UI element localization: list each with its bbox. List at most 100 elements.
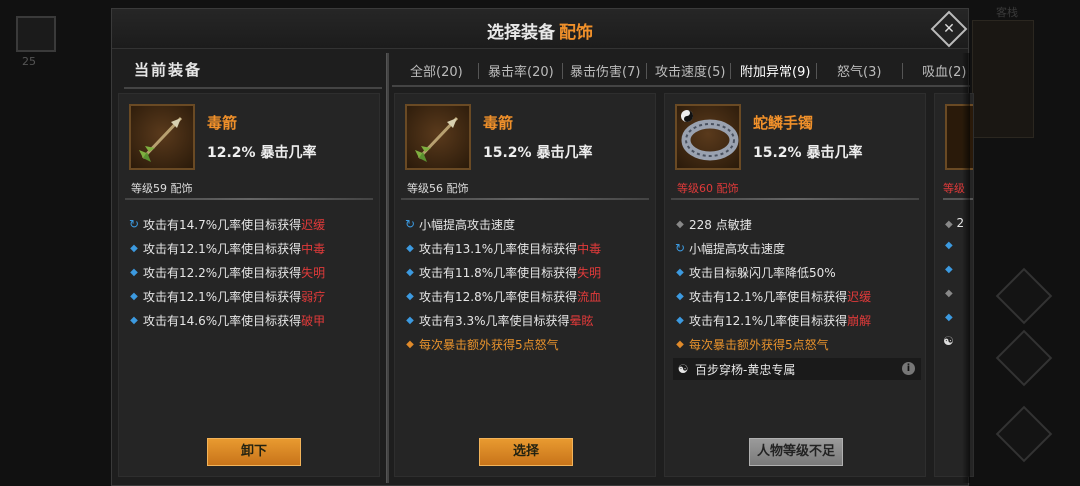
attribute-text: 攻击有14.7%几率使目标获得	[143, 217, 302, 232]
attribute-list: ◆ 228 点敏捷 ↻ 小幅提高攻击速度 ◆ 攻击目标躲闪几率降低50% ◆ 攻击有12…	[673, 212, 921, 380]
modal-title: 选择装备 配饰	[112, 18, 968, 43]
info-icon[interactable]: i	[902, 362, 915, 375]
background-character-icon	[995, 267, 1053, 325]
equipment-card-option[interactable]: 蛇鳞手镯 15.2% 暴击几率 等级60 配饰 ◆ 228 点敏捷 ↻ 小幅提高攻击…	[664, 93, 926, 477]
attribute-row: ◆ 攻击有13.1%几率使目标获得 中毒	[403, 236, 649, 260]
level-insufficient-button: 人物等级不足	[749, 438, 843, 466]
attribute-row: ◆ 攻击有3.3%几率使目标获得 晕眩	[403, 308, 649, 332]
modal-header: 选择装备 配饰 ✕	[112, 9, 968, 49]
equipment-crit-rate: 15.2% 暴击几率	[753, 145, 863, 161]
diamond-icon: ◆	[130, 266, 138, 278]
attribute-text: 攻击有14.6%几率使目标获得	[143, 313, 302, 328]
tab-separator	[478, 63, 479, 79]
attribute-row: ↻ 小幅提高攻击速度	[673, 236, 919, 260]
background-number: 25	[22, 55, 36, 68]
scroll-fade	[962, 53, 970, 483]
status-effect: 中毒	[301, 241, 326, 256]
modal-title-category: 配饰	[559, 23, 593, 43]
background-skill-icon	[16, 16, 56, 52]
attribute-text: 攻击有12.2%几率使目标获得	[143, 265, 302, 280]
tab-separator	[816, 63, 817, 79]
tab-separator	[730, 63, 731, 79]
diamond-icon: ◆	[130, 242, 138, 254]
attribute-row: ◆ 每次暴击额外获得5点怒气	[403, 332, 649, 356]
yin-yang-icon: ☯	[943, 334, 954, 348]
attribute-row: ◆ 攻击有11.8%几率使目标获得 失明	[403, 260, 649, 284]
equipment-name: 蛇鳞手镯	[753, 114, 814, 132]
diamond-icon: ◆	[676, 290, 684, 302]
attribute-text: 攻击有13.1%几率使目标获得	[419, 241, 578, 256]
attribute-list: ↻ 攻击有14.7%几率使目标获得 迟缓 ◆ 攻击有12.1%几率使目标获得 中毒 ◆ 攻…	[127, 212, 373, 332]
equipment-level: 等级59 配饰	[131, 182, 193, 195]
equipment-level: 等级56 配饰	[407, 182, 469, 195]
status-effect: 迟缓	[847, 289, 872, 304]
attribute-row: ◆ 攻击有12.1%几率使目标获得 崩解	[673, 308, 919, 332]
diamond-icon: ◆	[945, 312, 953, 323]
equipment-crit-rate: 15.2% 暴击几率	[483, 145, 593, 161]
modal-title-text: 选择装备	[487, 23, 555, 43]
attribute-text: 攻击有12.1%几率使目标获得	[689, 313, 848, 328]
status-effect: 失明	[301, 265, 326, 280]
equipment-card-option[interactable]: 毒箭 15.2% 暴击几率 等级56 配饰 ↻ 小幅提高攻击速度 ◆ 攻击有13.1…	[394, 93, 656, 477]
equipment-level: 等级60 配饰	[677, 182, 739, 195]
attribute-row: ↻ 小幅提高攻击速度	[403, 212, 649, 236]
diamond-icon: ◆	[676, 266, 684, 278]
equipment-name: 毒箭	[207, 114, 238, 132]
attribute-text: 攻击有12.1%几率使目标获得	[143, 241, 302, 256]
card-divider	[671, 198, 919, 200]
attribute-text: 228 点敏捷	[689, 217, 752, 232]
diamond-icon: ◆	[406, 290, 414, 302]
refresh-icon: ↻	[404, 217, 416, 231]
tab-separator	[562, 63, 563, 79]
poison-arrow-icon	[129, 104, 195, 170]
card-divider	[125, 198, 373, 200]
status-effect: 迟缓	[301, 217, 326, 232]
panel-divider	[124, 87, 382, 89]
attribute-list: ↻ 小幅提高攻击速度 ◆ 攻击有13.1%几率使目标获得 中毒 ◆ 攻击有11.8%几率…	[403, 212, 649, 356]
tab-rage[interactable]: 怒气(3)	[837, 61, 881, 80]
diamond-icon: ◆	[130, 290, 138, 302]
attribute-text: 攻击有12.8%几率使目标获得	[419, 289, 578, 304]
status-effect: 中毒	[577, 241, 602, 256]
tab-crit-damage[interactable]: 暴击伤害(7)	[570, 61, 640, 80]
attribute-text: 攻击有12.1%几率使目标获得	[143, 289, 302, 304]
attribute-row: ◆ 攻击有12.1%几率使目标获得 迟缓	[673, 284, 919, 308]
tab-separator	[902, 63, 903, 79]
status-effect: 流血	[577, 289, 602, 304]
select-button[interactable]: 选择	[479, 438, 573, 466]
poison-arrow-icon	[405, 104, 471, 170]
status-effect: 崩解	[847, 313, 872, 328]
diamond-icon: ◆	[676, 218, 684, 230]
equipment-card-current: 毒箭 12.2% 暴击几率 等级59 配饰 ↻ 攻击有14.7%几率使目标获得 迟缓…	[118, 93, 380, 477]
refresh-icon: ↻	[674, 241, 686, 255]
diamond-icon: ◆	[406, 338, 414, 350]
diamond-icon: ◆	[945, 288, 953, 299]
background-potion-icon	[995, 329, 1053, 387]
diamond-icon: ◆	[406, 242, 414, 254]
attribute-row: ◆ 攻击有12.2%几率使目标获得 失明	[127, 260, 373, 284]
tab-all[interactable]: 全部(20)	[410, 61, 463, 80]
close-icon: ✕	[943, 21, 955, 37]
set-bonus-row[interactable]: ☯ 百步穿杨-黄忠专属 i	[673, 358, 921, 380]
attribute-text: 小幅提高攻击速度	[689, 241, 786, 256]
attribute-row: ↻ 攻击有14.7%几率使目标获得 迟缓	[127, 212, 373, 236]
attribute-text: 每次暴击额外获得5点怒气	[689, 337, 829, 352]
tab-crit-rate[interactable]: 暴击率(20)	[488, 61, 554, 80]
yin-yang-icon: ☯	[677, 362, 689, 376]
attribute-row: ◆ 每次暴击额外获得5点怒气	[673, 332, 919, 356]
background-menu-icon	[995, 405, 1053, 463]
tab-lifesteal[interactable]: 吸血(2)	[922, 61, 966, 80]
diamond-icon: ◆	[945, 240, 953, 251]
attribute-row: ◆ 228 点敏捷	[673, 212, 919, 236]
status-effect: 弱疗	[301, 289, 326, 304]
current-equipment-title: 当前装备	[134, 61, 203, 79]
tab-extra-status[interactable]: 附加异常(9)	[740, 61, 810, 80]
attribute-row: ◆ 攻击目标躲闪几率降低50%	[673, 260, 919, 284]
tab-attack-speed[interactable]: 攻击速度(5)	[655, 61, 725, 80]
diamond-icon: ◆	[406, 266, 414, 278]
unequip-button[interactable]: 卸下	[207, 438, 301, 466]
attribute-text: 攻击目标躲闪几率降低50%	[689, 265, 836, 280]
tab-separator	[646, 63, 647, 79]
attribute-row: ◆ 攻击有12.1%几率使目标获得 中毒	[127, 236, 373, 260]
attribute-text: 攻击有12.1%几率使目标获得	[689, 289, 848, 304]
